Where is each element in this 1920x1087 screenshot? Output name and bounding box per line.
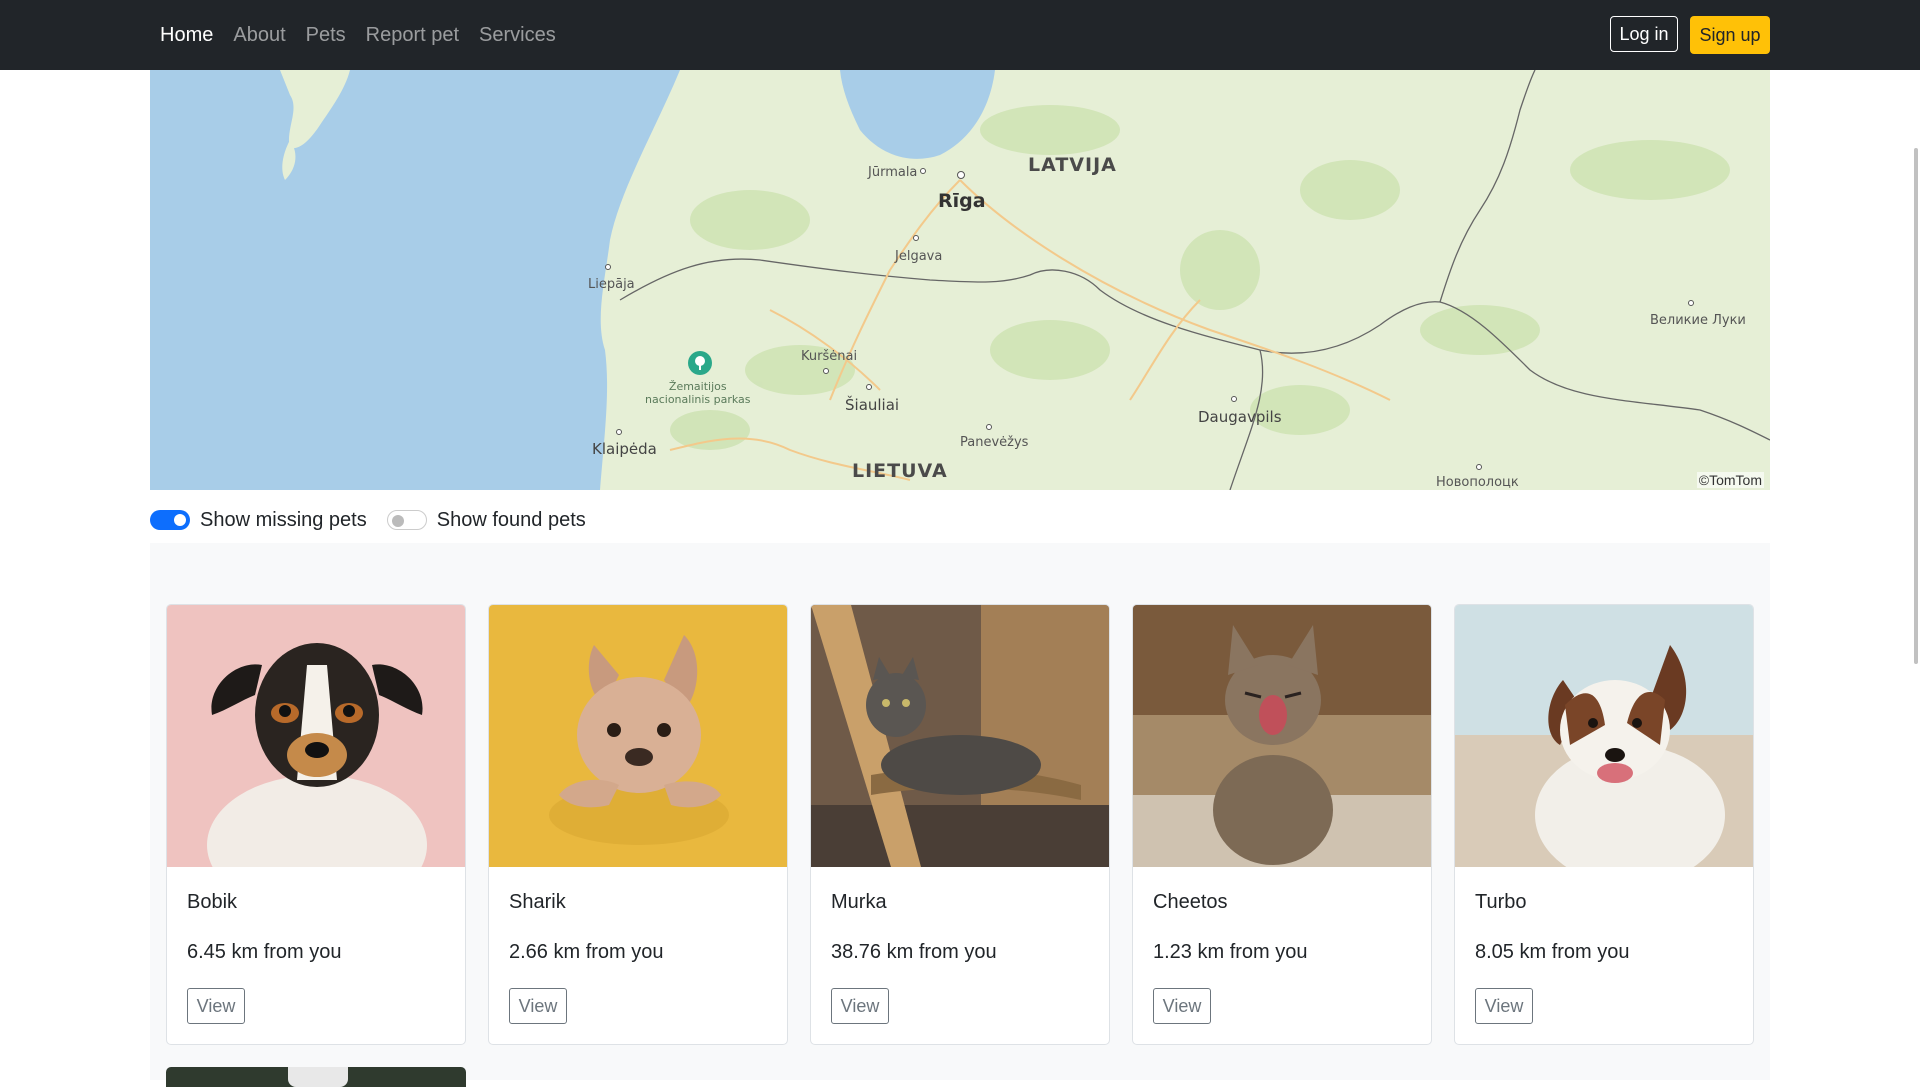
pet-name: Cheetos [1153, 891, 1228, 913]
riga-marker-icon [957, 171, 965, 179]
map-label-jurmala: Jūrmala [868, 165, 918, 180]
toggle-knob [174, 514, 186, 526]
cat-photo-icon [1133, 605, 1431, 867]
map-label-riga: Rīga [938, 190, 986, 212]
toggle-knob [391, 515, 404, 527]
novopolotsk-marker-icon [1476, 464, 1482, 470]
map-label-lietuva: LIETUVA [852, 460, 948, 482]
jurmala-marker-icon [920, 168, 926, 174]
pet-photo [1455, 605, 1753, 867]
pet-card: Sharik 2.66 km from you View [488, 604, 788, 1045]
park-label-line2: nacionalinis parkas [645, 393, 751, 406]
map-label-jelgava: Jelgava [895, 249, 943, 264]
pet-distance: 1.23 km from you [1153, 941, 1308, 963]
pet-distance: 6.45 km from you [187, 941, 342, 963]
nav-home-link[interactable]: Home [160, 24, 213, 47]
view-button[interactable]: View [509, 988, 567, 1024]
view-button[interactable]: View [1153, 988, 1211, 1024]
show-missing-label[interactable]: Show missing pets [200, 509, 367, 532]
pet-card: Bobik 6.45 km from you View [166, 604, 466, 1045]
show-found-toggle[interactable] [386, 510, 427, 530]
pet-card: Cheetos 1.23 km from you View [1132, 604, 1432, 1045]
map-label-daugavpils: Daugavpils [1198, 408, 1282, 426]
map-label-park: Žemaitijos nacionalinis parkas [645, 380, 751, 406]
velikie-luki-marker-icon [1688, 300, 1694, 306]
map[interactable]: LATVIJA LIETUVA Rīga Jūrmala Jelgava Lie… [150, 70, 1770, 490]
pet-card: Murka 38.76 km from you View [810, 604, 1110, 1045]
dog-photo-icon [207, 643, 427, 867]
pet-name: Turbo [1475, 891, 1527, 913]
panevezys-marker-icon [986, 424, 992, 430]
view-button[interactable]: View [831, 988, 889, 1024]
map-label-klaipeda: Klaipėda [592, 440, 657, 458]
pet-filters: Show missing pets Show found pets [150, 505, 606, 535]
nav-report-pet-link[interactable]: Report pet [366, 24, 459, 47]
view-button[interactable]: View [187, 988, 245, 1024]
map-attribution[interactable]: ©TomTom [1696, 472, 1764, 488]
pet-card: Turbo 8.05 km from you View [1454, 604, 1754, 1045]
map-label-siauliai: Šiauliai [845, 396, 900, 414]
dog-photo-icon [1455, 645, 1753, 867]
pet-photo [811, 605, 1109, 867]
kursenai-marker-icon [823, 368, 829, 374]
map-label-novopolotsk: Новополоцк [1436, 475, 1519, 490]
nav-services-link[interactable]: Services [479, 24, 556, 47]
map-terrain [150, 70, 1770, 490]
view-button[interactable]: View [1475, 988, 1533, 1024]
navbar: Home About Pets Report pet Services Log … [0, 0, 1920, 70]
page-scrollbar[interactable] [1914, 148, 1918, 664]
nav-links: Home About Pets Report pet Services [160, 0, 576, 70]
pet-distance: 38.76 km from you [831, 941, 997, 963]
login-button[interactable]: Log in [1610, 16, 1678, 52]
pet-photo [489, 605, 787, 867]
map-label-velikie-luki: Великие Луки [1650, 313, 1746, 328]
pet-photo-partial [288, 1067, 348, 1087]
siauliai-marker-icon [866, 384, 872, 390]
pet-distance: 2.66 km from you [509, 941, 664, 963]
nav-pets-link[interactable]: Pets [306, 24, 346, 47]
park-icon [688, 351, 712, 375]
signup-button[interactable]: Sign up [1690, 16, 1770, 54]
daugavpils-marker-icon [1231, 396, 1237, 402]
map-label-panevezys: Panevėžys [960, 435, 1029, 450]
klaipeda-marker-icon [616, 429, 622, 435]
map-label-latvija: LATVIJA [1028, 154, 1117, 176]
show-missing-toggle[interactable] [150, 510, 190, 530]
show-found-label[interactable]: Show found pets [437, 509, 586, 532]
pet-distance: 8.05 km from you [1475, 941, 1630, 963]
park-label-line1: Žemaitijos [668, 380, 727, 393]
pet-photo [1133, 605, 1431, 867]
dog-photo-icon [549, 635, 729, 845]
map-label-kursenai: Kuršėnai [801, 349, 858, 364]
jelgava-marker-icon [913, 235, 919, 241]
pet-card-partial [166, 1067, 466, 1087]
nav-about-link[interactable]: About [233, 24, 285, 47]
pet-name: Sharik [509, 891, 566, 913]
pet-name: Bobik [187, 891, 238, 913]
liepaja-marker-icon [605, 264, 611, 270]
pet-name: Murka [831, 891, 887, 913]
pet-photo [167, 605, 465, 867]
map-label-liepaja: Liepāja [588, 277, 635, 292]
cat-photo-icon [811, 605, 1109, 867]
